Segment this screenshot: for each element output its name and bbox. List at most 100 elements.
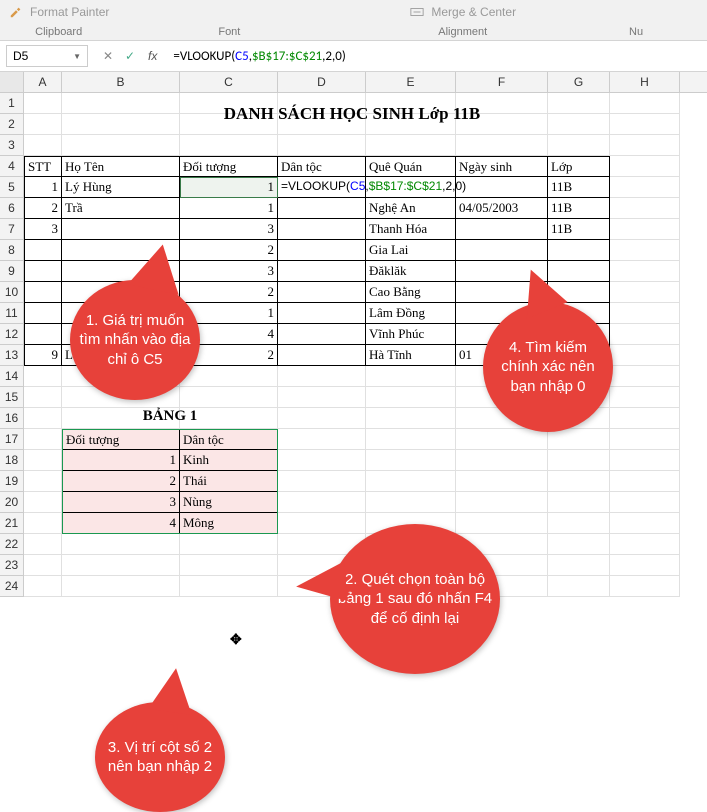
col-header-C[interactable]: C bbox=[180, 72, 278, 92]
cell[interactable]: Nghệ An bbox=[366, 198, 456, 219]
cell[interactable] bbox=[24, 576, 62, 597]
cell[interactable]: STT bbox=[24, 156, 62, 177]
spreadsheet-grid[interactable]: A B C D E F G H 1234STTHọ TênĐối tượngDâ… bbox=[0, 72, 707, 597]
fx-icon[interactable]: fx bbox=[144, 49, 161, 63]
cell[interactable] bbox=[456, 240, 548, 261]
cell[interactable] bbox=[610, 513, 680, 534]
cell[interactable] bbox=[180, 555, 278, 576]
row-header[interactable]: 9 bbox=[0, 261, 24, 282]
cell[interactable]: 11B bbox=[548, 177, 610, 198]
cell[interactable] bbox=[456, 177, 548, 198]
cell[interactable] bbox=[24, 282, 62, 303]
dropdown-icon[interactable]: ▼ bbox=[73, 52, 81, 61]
cell[interactable] bbox=[278, 345, 366, 366]
col-header-E[interactable]: E bbox=[366, 72, 456, 92]
row-header[interactable]: 8 bbox=[0, 240, 24, 261]
cell[interactable]: Thanh Hóa bbox=[366, 219, 456, 240]
cell[interactable] bbox=[278, 492, 366, 513]
cell[interactable]: Lâm Đồng bbox=[366, 303, 456, 324]
cell[interactable] bbox=[610, 387, 680, 408]
row-header[interactable]: 22 bbox=[0, 534, 24, 555]
cancel-icon[interactable]: ✕ bbox=[100, 49, 116, 63]
cell[interactable] bbox=[548, 471, 610, 492]
cell[interactable] bbox=[610, 156, 680, 177]
cell[interactable] bbox=[548, 240, 610, 261]
cell[interactable]: 3 bbox=[180, 219, 278, 240]
cell[interactable] bbox=[278, 219, 366, 240]
row-header[interactable]: 13 bbox=[0, 345, 24, 366]
cell[interactable] bbox=[610, 429, 680, 450]
cell[interactable]: 2 bbox=[180, 282, 278, 303]
cell[interactable]: 3 bbox=[24, 219, 62, 240]
select-all-corner[interactable] bbox=[0, 72, 24, 92]
cell[interactable]: Đối tượng bbox=[180, 156, 278, 177]
cell[interactable] bbox=[548, 429, 610, 450]
cell[interactable]: 1 bbox=[24, 177, 62, 198]
cell[interactable] bbox=[456, 219, 548, 240]
cell[interactable] bbox=[24, 471, 62, 492]
cell[interactable] bbox=[24, 240, 62, 261]
row-header[interactable]: 1 bbox=[0, 93, 24, 114]
cell[interactable] bbox=[610, 198, 680, 219]
cell[interactable] bbox=[366, 429, 456, 450]
col-header-D[interactable]: D bbox=[278, 72, 366, 92]
cell[interactable] bbox=[366, 408, 456, 429]
cell[interactable]: Đăklăk bbox=[366, 261, 456, 282]
cell[interactable] bbox=[180, 576, 278, 597]
row-header[interactable]: 4 bbox=[0, 156, 24, 177]
cell[interactable] bbox=[278, 387, 366, 408]
cell[interactable] bbox=[24, 534, 62, 555]
cell[interactable] bbox=[548, 534, 610, 555]
merge-center-button[interactable]: Merge & Center bbox=[409, 4, 516, 20]
cell[interactable]: 1 bbox=[180, 177, 278, 198]
cell[interactable] bbox=[24, 303, 62, 324]
format-painter-button[interactable]: Format Painter bbox=[8, 4, 109, 20]
col-header-H[interactable]: H bbox=[610, 72, 680, 92]
name-box[interactable]: D5 ▼ bbox=[6, 45, 88, 67]
cell[interactable] bbox=[24, 387, 62, 408]
cell[interactable] bbox=[366, 492, 456, 513]
cell[interactable] bbox=[278, 303, 366, 324]
cell[interactable] bbox=[24, 429, 62, 450]
row-header[interactable]: 18 bbox=[0, 450, 24, 471]
cell[interactable]: Ngày sinh bbox=[456, 156, 548, 177]
cell[interactable] bbox=[180, 135, 278, 156]
row-header[interactable]: 2 bbox=[0, 114, 24, 135]
cell[interactable] bbox=[610, 408, 680, 429]
cell[interactable]: 11B bbox=[548, 219, 610, 240]
cell[interactable] bbox=[180, 387, 278, 408]
cell[interactable] bbox=[610, 555, 680, 576]
cell[interactable] bbox=[610, 303, 680, 324]
cell[interactable]: 2 bbox=[180, 240, 278, 261]
cell[interactable] bbox=[278, 135, 366, 156]
cell[interactable] bbox=[278, 324, 366, 345]
row-header[interactable]: 14 bbox=[0, 366, 24, 387]
cell[interactable] bbox=[24, 135, 62, 156]
cell[interactable] bbox=[610, 135, 680, 156]
cell[interactable] bbox=[278, 408, 366, 429]
enter-icon[interactable]: ✓ bbox=[122, 49, 138, 63]
cell[interactable]: 11B bbox=[548, 198, 610, 219]
cell[interactable] bbox=[610, 576, 680, 597]
cell[interactable] bbox=[610, 534, 680, 555]
cell[interactable] bbox=[610, 450, 680, 471]
cell[interactable] bbox=[278, 282, 366, 303]
cell[interactable] bbox=[610, 240, 680, 261]
cell[interactable] bbox=[548, 555, 610, 576]
cell[interactable] bbox=[62, 135, 180, 156]
col-header-F[interactable]: F bbox=[456, 72, 548, 92]
row-header[interactable]: 17 bbox=[0, 429, 24, 450]
cell[interactable] bbox=[456, 471, 548, 492]
cell[interactable] bbox=[610, 219, 680, 240]
row-header[interactable]: 7 bbox=[0, 219, 24, 240]
cell[interactable] bbox=[278, 198, 366, 219]
cell[interactable] bbox=[24, 513, 62, 534]
cell[interactable] bbox=[456, 429, 548, 450]
cell[interactable]: Lý Hùng bbox=[62, 177, 180, 198]
cell[interactable] bbox=[24, 492, 62, 513]
cell[interactable] bbox=[278, 366, 366, 387]
cell[interactable] bbox=[24, 366, 62, 387]
cell[interactable] bbox=[610, 282, 680, 303]
cell[interactable] bbox=[278, 429, 366, 450]
cell[interactable] bbox=[456, 492, 548, 513]
